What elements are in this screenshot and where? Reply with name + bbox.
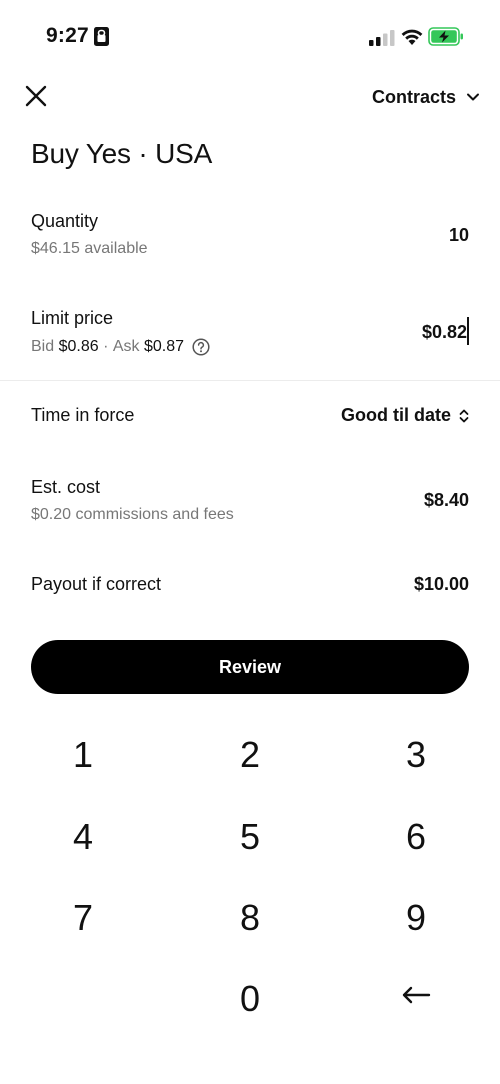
chevron-down-icon — [467, 93, 479, 101]
quantity-label: Quantity — [31, 211, 99, 231]
key-6[interactable]: 6 — [356, 802, 476, 872]
arrow-left-icon — [402, 986, 431, 1004]
numeric-keypad: 1 2 3 4 5 6 7 8 9 0 — [0, 716, 500, 1056]
bid-ask-info: Bid $0.86 · Ask $0.87 — [31, 338, 210, 356]
time-in-force-row[interactable]: Time in force Good til date — [0, 404, 500, 434]
page-title: Buy Yes · USA — [31, 138, 213, 169]
backspace-key[interactable] — [356, 960, 476, 1030]
status-time: 9:27 — [46, 24, 89, 47]
battery-charging-icon — [428, 27, 463, 46]
key-2[interactable]: 2 — [190, 720, 310, 790]
est-cost-label: Est. cost — [31, 477, 101, 497]
close-icon — [25, 85, 47, 107]
divider — [0, 380, 500, 381]
limit-price-input[interactable]: $0.82 — [421, 317, 469, 347]
bid-value: $0.86 — [58, 338, 99, 355]
key-3[interactable]: 3 — [356, 720, 476, 790]
contracts-dropdown[interactable]: Contracts — [372, 84, 480, 110]
text-cursor — [467, 317, 469, 345]
order-screen: 9:27 Contracts Buy Yes · USA Quantity $4… — [0, 0, 500, 1084]
key-8[interactable]: 8 — [190, 883, 310, 953]
time-in-force-select[interactable]: Good til date — [341, 405, 469, 426]
key-7[interactable]: 7 — [23, 883, 143, 953]
est-cost-value: $8.40 — [423, 490, 469, 510]
question-circle-icon[interactable] — [192, 338, 210, 356]
fees-text: $0.20 commissions and fees — [31, 506, 234, 523]
payout-value: $10.00 — [413, 574, 469, 594]
available-balance: $46.15 available — [31, 240, 148, 257]
quantity-input[interactable]: 10 — [449, 225, 469, 246]
key-4[interactable]: 4 — [23, 802, 143, 872]
est-cost-row: Est. cost $0.20 commissions and fees $8.… — [0, 476, 500, 536]
time-in-force-value: Good til date — [341, 405, 451, 425]
sort-arrows-icon — [459, 409, 469, 422]
key-1[interactable]: 1 — [23, 720, 143, 790]
ask-value: $0.87 — [143, 338, 185, 355]
key-9[interactable]: 9 — [356, 883, 476, 953]
contracts-label: Contracts — [371, 86, 456, 107]
limit-price-row[interactable]: Limit price Bid $0.86 · Ask $0.87 $0.82 — [0, 305, 500, 375]
limit-price-value: $0.82 — [421, 321, 467, 342]
quantity-row[interactable]: Quantity $46.15 available 10 — [0, 208, 500, 278]
bid-label: Bid — [31, 338, 55, 355]
status-bar: 9:27 — [0, 0, 500, 70]
time-in-force-label: Time in force — [31, 405, 135, 425]
ask-label: Ask — [112, 338, 140, 355]
limit-price-label: Limit price — [31, 308, 114, 328]
wifi-icon — [401, 29, 423, 45]
review-button[interactable]: Review — [31, 640, 469, 694]
close-button[interactable] — [22, 82, 50, 110]
payout-row: Payout if correct $10.00 — [0, 573, 500, 603]
key-0[interactable]: 0 — [190, 964, 310, 1034]
signal-icon — [369, 30, 395, 46]
lock-icon — [94, 27, 109, 46]
bid-ask-separator: · — [98, 338, 113, 355]
key-5[interactable]: 5 — [190, 802, 310, 872]
payout-label: Payout if correct — [31, 574, 162, 594]
